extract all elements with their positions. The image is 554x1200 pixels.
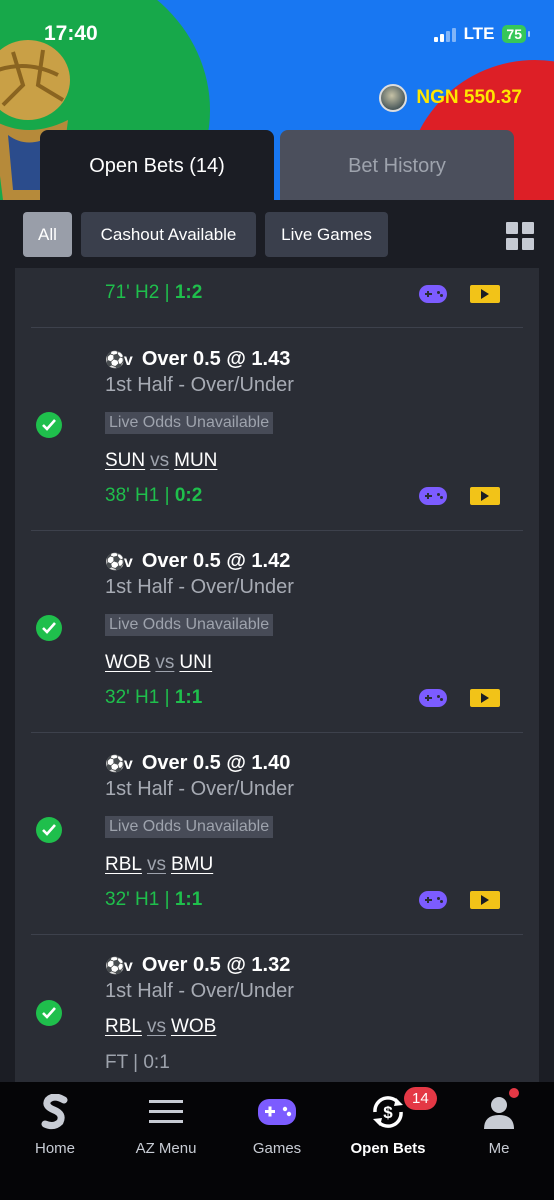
- odds-status-tag: Live Odds Unavailable: [105, 412, 274, 434]
- status-indicators: LTE 75: [433, 24, 530, 44]
- bet-selection: Over 0.5 @ 1.32: [141, 954, 291, 976]
- open-bets-icon: $: [368, 1092, 408, 1132]
- tab-open-bets[interactable]: Open Bets (14): [40, 130, 274, 200]
- match-teams[interactable]: RBL vs WOB: [105, 1016, 216, 1038]
- soccer-ball-icon: ⚽v: [105, 755, 133, 773]
- nav-me[interactable]: Me: [444, 1092, 554, 1157]
- divider: [31, 934, 523, 935]
- filter-all-chip[interactable]: All: [23, 212, 72, 257]
- soccer-ball-icon: ⚽v: [105, 553, 133, 571]
- open-bets-count-badge: 14: [404, 1087, 437, 1110]
- signal-icon: [433, 26, 456, 42]
- match-live-status: 32' H1 | 1:1: [105, 687, 203, 708]
- tab-bet-history[interactable]: Bet History: [280, 130, 514, 200]
- bet-market: 1st Half - Over/Under: [105, 778, 294, 800]
- nav-az-menu[interactable]: AZ Menu: [111, 1092, 221, 1157]
- bet-market: 1st Half - Over/Under: [105, 980, 294, 1002]
- soccer-ball-icon: ⚽v: [105, 957, 133, 975]
- bet-title-line: ⚽v Over 0.5 @ 1.32: [105, 954, 290, 977]
- bet-selection: Over 0.5 @ 1.40: [141, 752, 291, 774]
- soccer-ball-icon: ⚽v: [105, 351, 133, 369]
- divider: [31, 327, 523, 328]
- filter-cashout-chip[interactable]: Cashout Available: [81, 212, 256, 257]
- balance-display[interactable]: NGN 550.37: [379, 84, 522, 112]
- filter-bar: All Cashout Available Live Games: [0, 200, 554, 268]
- nav-home[interactable]: Home: [0, 1092, 110, 1157]
- bet-market: 1st Half - Over/Under: [105, 576, 294, 598]
- gamepad-icon[interactable]: [419, 891, 447, 909]
- odds-status-tag: Live Odds Unavailable: [105, 816, 274, 838]
- match-live-status: 32' H1 | 1:1: [105, 889, 203, 910]
- header-banner: 17:40 LTE 75 NGN 550.37 Open Bets (14) B…: [0, 0, 554, 200]
- hamburger-menu-icon: [146, 1092, 186, 1132]
- svg-text:$: $: [383, 1103, 393, 1122]
- grid-view-icon[interactable]: [506, 222, 534, 250]
- bet-title-line: ⚽v Over 0.5 @ 1.40: [105, 752, 290, 775]
- bet-title-line: ⚽v Over 0.5 @ 1.42: [105, 550, 290, 573]
- check-circle-icon: [36, 1000, 62, 1026]
- match-result: FT | 0:1: [105, 1052, 170, 1073]
- live-stream-icon[interactable]: [470, 689, 500, 707]
- bet-title-line: ⚽v Over 0.5 @ 1.43: [105, 348, 290, 371]
- bet-list: 71' H2 | 1:2 ⚽v Over 0.5 @ 1.43 1st Half…: [15, 268, 539, 1082]
- match-teams[interactable]: SUN vs MUN: [105, 450, 217, 472]
- bet-selection: Over 0.5 @ 1.43: [141, 348, 291, 370]
- live-stream-icon[interactable]: [470, 891, 500, 909]
- nav-games[interactable]: Games: [222, 1092, 332, 1157]
- notification-dot: [509, 1088, 519, 1098]
- person-icon: [479, 1092, 519, 1132]
- gamepad-icon[interactable]: [419, 285, 447, 303]
- live-stream-icon[interactable]: [470, 285, 500, 303]
- check-circle-icon: [36, 817, 62, 843]
- status-time: 17:40: [44, 22, 98, 45]
- check-circle-icon: [36, 412, 62, 438]
- gamepad-icon: [257, 1092, 297, 1132]
- avatar: [379, 84, 408, 112]
- gamepad-icon[interactable]: [419, 689, 447, 707]
- odds-status-tag: Live Odds Unavailable: [105, 614, 274, 636]
- filter-live-games-chip[interactable]: Live Games: [265, 212, 388, 257]
- divider: [31, 732, 523, 733]
- balance-amount: NGN 550.37: [416, 87, 522, 108]
- live-stream-icon[interactable]: [470, 487, 500, 505]
- divider: [31, 530, 523, 531]
- bet-market: 1st Half - Over/Under: [105, 374, 294, 396]
- match-live-status: 38' H1 | 0:2: [105, 485, 203, 506]
- match-teams[interactable]: WOB vs UNI: [105, 652, 212, 674]
- bottom-nav: Home AZ Menu Games $ Open Bets Me: [0, 1082, 554, 1200]
- match-teams[interactable]: RBL vs BMU: [105, 854, 213, 876]
- battery-icon: 75: [502, 25, 530, 43]
- gamepad-icon[interactable]: [419, 487, 447, 505]
- sportybet-logo-icon: [35, 1092, 75, 1132]
- check-circle-icon: [36, 615, 62, 641]
- match-live-status: 71' H2 | 1:2: [105, 282, 203, 303]
- network-label: LTE: [463, 24, 495, 43]
- bet-selection: Over 0.5 @ 1.42: [141, 550, 291, 572]
